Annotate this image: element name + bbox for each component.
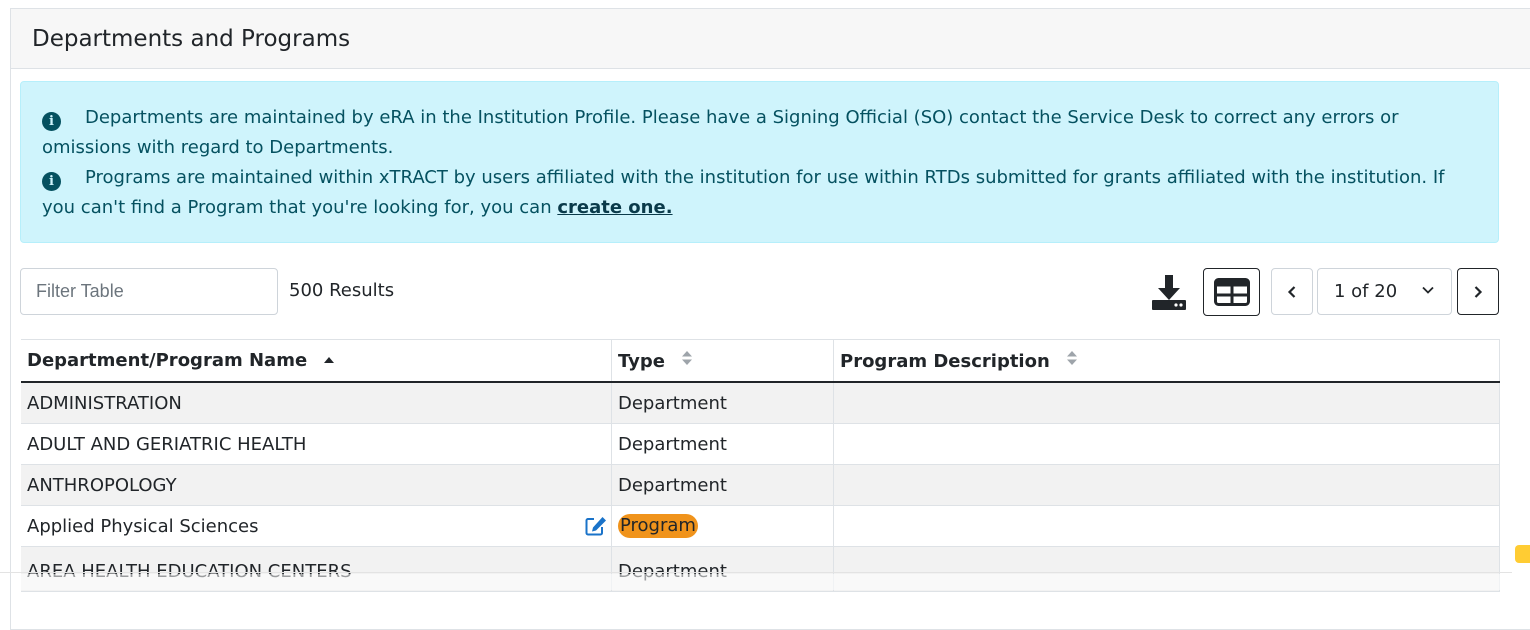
- alert-text-departments: Departments are maintained by eRA in the…: [42, 107, 1399, 158]
- alert-line-programs: i Programs are maintained within xTRACT b…: [42, 163, 1477, 223]
- column-header-name[interactable]: Department/Program Name: [21, 339, 612, 383]
- download-icon[interactable]: [1149, 272, 1189, 312]
- page-select-value: 1 of 20: [1334, 281, 1398, 302]
- page-title: Departments and Programs: [32, 25, 351, 52]
- screenshot-divider: [0, 572, 1512, 573]
- create-program-link[interactable]: create one.: [557, 197, 672, 218]
- alert-text-programs: Programs are maintained within xTRACT by…: [42, 167, 1445, 218]
- info-icon: i: [42, 112, 61, 131]
- column-header-type[interactable]: Type: [611, 339, 834, 383]
- next-page-button[interactable]: [1457, 268, 1499, 315]
- table-toolbar: 500 Results 1 of 20: [20, 268, 1500, 316]
- table-row[interactable]: ADMINISTRATION Department: [21, 382, 1500, 424]
- sort-icon: [682, 350, 693, 365]
- program-badge: Program: [618, 514, 698, 538]
- side-tab[interactable]: [1515, 545, 1530, 563]
- departments-table: Department/Program Name Type Program Des…: [21, 339, 1500, 592]
- table-header-row: Department/Program Name Type Program Des…: [21, 339, 1500, 383]
- column-header-description[interactable]: Program Description: [833, 339, 1500, 383]
- cell-type: Department: [611, 382, 834, 424]
- sort-asc-icon: [324, 357, 335, 363]
- chevron-down-icon: [1422, 286, 1434, 294]
- cell-name: ADULT AND GERIATRIC HEALTH: [21, 423, 612, 465]
- cell-description: [833, 464, 1500, 506]
- cell-description: [833, 505, 1500, 547]
- cell-name: ANTHROPOLOGY: [21, 464, 612, 506]
- cell-type: Department: [611, 423, 834, 465]
- info-icon: i: [42, 172, 61, 191]
- filter-table-input[interactable]: [20, 268, 278, 315]
- results-count: 500 Results: [289, 280, 395, 301]
- previous-page-button[interactable]: [1271, 268, 1313, 315]
- page-select[interactable]: 1 of 20: [1317, 268, 1452, 315]
- info-alert: i Departments are maintained by eRA in th…: [20, 81, 1499, 243]
- table-view-button[interactable]: [1203, 268, 1260, 316]
- chevron-left-icon: [1287, 285, 1296, 298]
- table-view-icon: [1213, 278, 1250, 306]
- table-row[interactable]: ANTHROPOLOGY Department: [21, 464, 1500, 506]
- cell-type: Program: [611, 505, 834, 547]
- cell-description: [833, 423, 1500, 465]
- cell-description: [833, 382, 1500, 424]
- cell-name-text: Applied Physical Sciences: [27, 515, 259, 537]
- cell-name: ADMINISTRATION: [21, 382, 612, 424]
- cell-type: Department: [611, 464, 834, 506]
- scroll-overlay: [20, 574, 1502, 590]
- edit-icon[interactable]: [585, 516, 607, 536]
- chevron-right-icon: [1474, 285, 1483, 298]
- cell-name: Applied Physical Sciences: [21, 505, 612, 547]
- table-row[interactable]: Applied Physical Sciences Program: [21, 505, 1500, 547]
- alert-line-departments: i Departments are maintained by eRA in th…: [42, 103, 1477, 163]
- sort-icon: [1067, 350, 1078, 365]
- card-header: Departments and Programs: [11, 9, 1530, 69]
- table-row[interactable]: ADULT AND GERIATRIC HEALTH Department: [21, 423, 1500, 465]
